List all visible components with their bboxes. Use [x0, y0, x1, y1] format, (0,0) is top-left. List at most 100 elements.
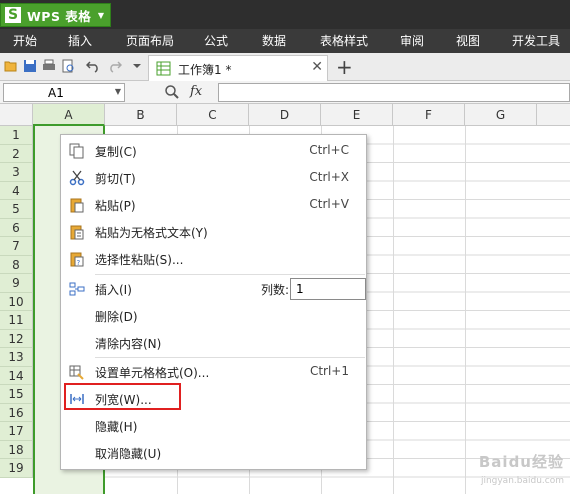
menu-item-label: 清除内容(N) [95, 337, 162, 351]
column-count-input[interactable]: 1 [290, 278, 366, 300]
row-header[interactable]: 1 [0, 126, 33, 145]
tab-insert[interactable]: 插入 [62, 29, 98, 53]
formula-input[interactable] [218, 83, 570, 102]
menu-item-hide[interactable]: 隐藏(H) [61, 412, 366, 439]
column-header-g[interactable]: G [465, 104, 537, 126]
menu-item-delete[interactable]: 删除(D) [61, 302, 366, 329]
menu-item-label: 复制(C) [95, 145, 137, 159]
tab-review[interactable]: 审阅 [394, 29, 430, 53]
tab-home[interactable]: 开始 [4, 29, 46, 53]
paste-special-icon: ? [70, 252, 84, 267]
menu-item-shortcut: Ctrl+C [309, 143, 349, 157]
row-header[interactable]: 13 [0, 348, 33, 367]
close-icon[interactable]: ✕ [311, 59, 323, 75]
document-tab[interactable]: 工作簿1 * ✕ [148, 55, 328, 81]
tab-page-layout[interactable]: 页面布局 [120, 29, 180, 53]
document-tab-label: 工作簿1 * [178, 63, 232, 77]
tab-formulas[interactable]: 公式 [198, 29, 234, 53]
column-header-f[interactable]: F [393, 104, 465, 126]
row-header[interactable]: 12 [0, 329, 33, 348]
column-header-a[interactable]: A [33, 104, 105, 126]
row-header[interactable]: 5 [0, 200, 33, 219]
ribbon-tabs: 开始 插入 页面布局 公式 数据 表格样式 审阅 视图 开发工具 [0, 29, 570, 53]
row-header[interactable]: 14 [0, 366, 33, 385]
menu-item-label: 取消隐藏(U) [95, 447, 162, 461]
row-header[interactable]: 17 [0, 422, 33, 441]
row-header[interactable]: 8 [0, 255, 33, 274]
context-menu: 复制(C) Ctrl+C 剪切(T) Ctrl+X 粘贴(P) Ctrl+V 粘… [60, 134, 367, 470]
row-headers: 1 2 3 4 5 6 7 8 9 10 11 12 13 14 15 16 1… [0, 126, 33, 494]
chevron-down-icon[interactable]: ▼ [115, 87, 121, 96]
menu-item-shortcut: Ctrl+V [309, 197, 349, 211]
grid-line [393, 126, 394, 494]
row-header[interactable]: 6 [0, 218, 33, 237]
menu-item-label: 选择性粘贴(S)... [95, 253, 184, 267]
new-tab-plus-icon[interactable]: + [336, 55, 353, 79]
app-menu-button[interactable]: S WPS 表格 ▼ [0, 3, 111, 27]
save-icon[interactable] [23, 59, 37, 73]
menu-item-paste-special[interactable]: ? 选择性粘贴(S)... [61, 245, 366, 272]
format-cells-icon [69, 365, 84, 380]
menu-item-clear-contents[interactable]: 清除内容(N) [61, 329, 366, 356]
row-header[interactable]: 3 [0, 163, 33, 182]
column-header-d[interactable]: D [249, 104, 321, 126]
app-logo-icon: S [5, 7, 21, 23]
menu-item-label: 剪切(T) [95, 172, 136, 186]
scissors-icon [69, 170, 85, 186]
column-header-c[interactable]: C [177, 104, 249, 126]
column-header-b[interactable]: B [105, 104, 177, 126]
menu-item-paste[interactable]: 粘贴(P) Ctrl+V [61, 191, 366, 218]
watermark-url: jingyan.baidu.com [480, 476, 564, 486]
menu-item-copy[interactable]: 复制(C) Ctrl+C [61, 137, 366, 164]
menu-item-unhide[interactable]: 取消隐藏(U) [61, 439, 366, 466]
undo-icon[interactable] [86, 59, 100, 73]
paste-text-icon [70, 225, 84, 240]
row-header[interactable]: 15 [0, 385, 33, 404]
insert-column-icon [69, 282, 85, 296]
formula-bar: A1 ▼ fx [0, 81, 570, 104]
chevron-down-icon[interactable] [130, 59, 144, 73]
menu-item-label: 删除(D) [95, 310, 138, 324]
menu-item-label: 设置单元格格式(O)... [95, 366, 210, 380]
row-header[interactable]: 10 [0, 292, 33, 311]
svg-text:?: ? [77, 259, 81, 267]
print-preview-icon[interactable] [61, 59, 75, 73]
column-count-label: 列数: [261, 283, 290, 297]
menu-item-insert[interactable]: 插入(I) 列数: 1 [61, 275, 366, 302]
spreadsheet-icon [156, 61, 171, 76]
menu-item-label: 隐藏(H) [95, 420, 138, 434]
row-header[interactable]: 16 [0, 403, 33, 422]
row-header[interactable]: 4 [0, 181, 33, 200]
tab-developer[interactable]: 开发工具 [506, 29, 566, 53]
redo-icon[interactable] [108, 59, 122, 73]
select-all-corner[interactable] [0, 104, 33, 126]
watermark: Baidu经验 jingyan.baidu.com [420, 430, 570, 490]
menu-item-label: 插入(I) [95, 283, 132, 297]
row-header[interactable]: 18 [0, 440, 33, 459]
copy-icon [69, 143, 84, 159]
menu-item-label: 粘贴(P) [95, 199, 136, 213]
row-header[interactable]: 19 [0, 459, 33, 478]
tab-data[interactable]: 数据 [256, 29, 292, 53]
tab-table-style[interactable]: 表格样式 [314, 29, 374, 53]
watermark-text: Baidu经验 [478, 453, 564, 471]
zoom-search-icon[interactable] [164, 84, 180, 100]
menu-item-paste-plain-text[interactable]: 粘贴为无格式文本(Y) [61, 218, 366, 245]
column-headers: A B C D E F G [0, 104, 570, 126]
title-bar: S WPS 表格 ▼ [0, 0, 570, 29]
function-icon[interactable]: fx [190, 84, 202, 99]
row-header[interactable]: 11 [0, 311, 33, 330]
tab-view[interactable]: 视图 [450, 29, 486, 53]
paste-icon [70, 198, 84, 213]
row-header[interactable]: 2 [0, 144, 33, 163]
row-header[interactable]: 9 [0, 274, 33, 293]
open-folder-icon[interactable] [4, 59, 18, 73]
menu-item-cut[interactable]: 剪切(T) Ctrl+X [61, 164, 366, 191]
menu-item-format-cells[interactable]: 设置单元格格式(O)... Ctrl+1 [61, 358, 366, 385]
print-icon[interactable] [42, 59, 56, 73]
name-box[interactable]: A1 ▼ [3, 83, 125, 102]
menu-item-shortcut: Ctrl+1 [309, 364, 349, 378]
menu-item-shortcut: Ctrl+X [309, 170, 349, 184]
column-header-e[interactable]: E [321, 104, 393, 126]
row-header[interactable]: 7 [0, 237, 33, 256]
